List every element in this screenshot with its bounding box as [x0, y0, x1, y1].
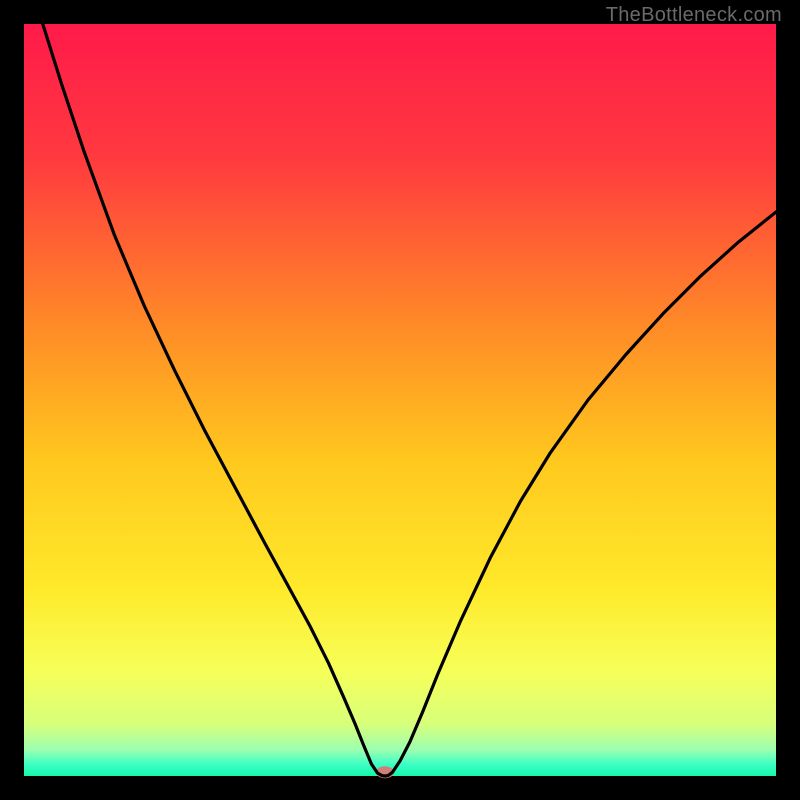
- chart-frame: TheBottleneck.com: [0, 0, 800, 800]
- bottleneck-chart: [0, 0, 800, 800]
- watermark-text: TheBottleneck.com: [606, 4, 782, 27]
- plot-background: [24, 24, 776, 776]
